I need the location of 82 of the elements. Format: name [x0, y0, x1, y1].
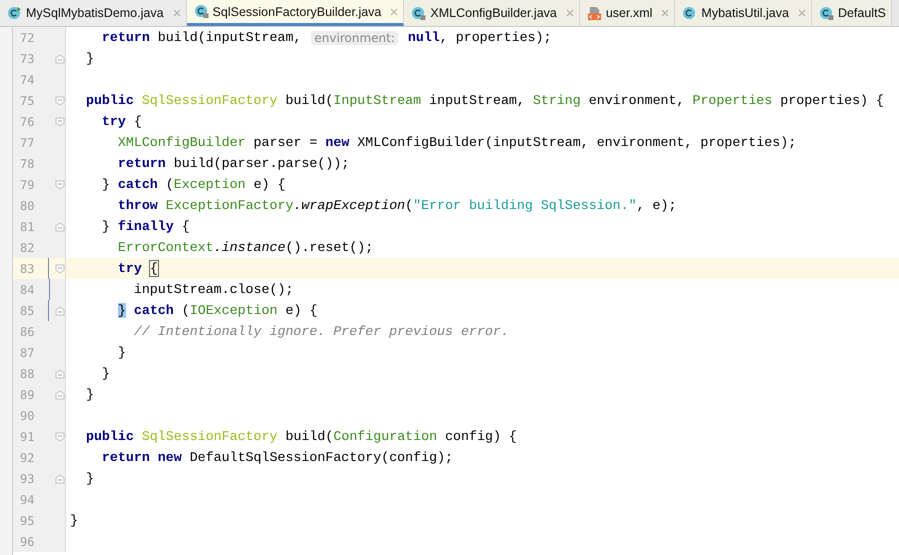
editor-tab[interactable]: MybatisUtil.java — [675, 0, 812, 26]
line-number: 82 — [20, 240, 36, 254]
line-number: 77 — [20, 136, 36, 150]
tab-label: SqlSessionFactoryBuilder.java — [212, 4, 382, 18]
line-number: 84 — [20, 282, 36, 296]
code-text: } finally { — [100, 219, 190, 234]
line-number: 75 — [20, 94, 36, 108]
locked-class-icon — [818, 6, 834, 20]
fold-icon[interactable] — [55, 180, 65, 190]
line-number: 78 — [20, 156, 36, 170]
tab-label: MySqlMybatisDemo.java — [26, 6, 164, 20]
code-text: // Intentionally ignore. Prefer previous error. — [132, 324, 509, 339]
line-number: 89 — [20, 388, 36, 402]
code-text: } — [84, 471, 94, 486]
class-icon — [682, 6, 698, 20]
locked-class-icon — [411, 6, 426, 20]
line-number: 91 — [20, 430, 36, 444]
editor-tab[interactable]: user.xml — [580, 0, 676, 26]
fold-icon[interactable] — [55, 474, 65, 484]
code-text: ErrorContext.instance().reset(); — [116, 240, 374, 255]
code-text: } catch (Exception e) { — [100, 177, 286, 192]
code-text: } — [70, 513, 78, 528]
code-text: try { — [116, 261, 158, 276]
line-number: 83 — [20, 262, 36, 276]
parameter-hint: environment: — [311, 30, 398, 44]
line-number: 85 — [20, 304, 36, 318]
code-text: null, properties); — [406, 30, 552, 45]
fold-icon[interactable] — [55, 96, 65, 106]
line-number: 88 — [20, 366, 36, 380]
fold-icon[interactable] — [55, 54, 65, 64]
code-text: public SqlSessionFactory build(Configuration config) { — [84, 429, 517, 444]
line-number: 76 — [20, 114, 36, 128]
code-text: XMLConfigBuilder parser = new XMLConfigBuilder(inputStream, environment, properties); — [116, 135, 796, 150]
code-text: try { — [100, 114, 142, 129]
fold-icon[interactable] — [55, 264, 65, 274]
code-text: return build(parser.parse()); — [116, 156, 350, 171]
tab-label: MybatisUtil.java — [701, 6, 789, 20]
line-number: 92 — [20, 450, 36, 464]
fold-icon[interactable] — [55, 116, 65, 126]
editor-tab[interactable]: SqlSessionFactoryBuilder.java — [186, 0, 404, 26]
line-number: 86 — [20, 324, 36, 338]
tab-label: DefaultS — [838, 6, 886, 20]
xml-file-icon — [586, 6, 602, 20]
close-icon[interactable] — [661, 9, 670, 17]
close-icon[interactable] — [172, 9, 181, 17]
line-number: 96 — [20, 534, 36, 548]
fold-icon[interactable] — [55, 306, 65, 316]
close-icon[interactable] — [390, 8, 398, 16]
line-number: 79 — [20, 178, 36, 192]
fold-icon[interactable] — [55, 368, 65, 378]
code-text: inputStream.close(); — [132, 282, 294, 297]
line-number: 74 — [20, 72, 36, 86]
line-number: 73 — [20, 52, 36, 66]
line-number: 80 — [20, 198, 36, 212]
line-number: 81 — [20, 220, 36, 234]
line-number: 93 — [20, 472, 36, 486]
line-number: 72 — [20, 30, 36, 44]
locked-class-icon — [194, 4, 209, 19]
line-number: 94 — [20, 492, 36, 506]
editor-tab[interactable]: MySqlMybatisDemo.java — [0, 0, 187, 26]
code-text: } catch (IOException e) { — [116, 303, 318, 318]
code-text: } — [100, 366, 110, 381]
editor-tab[interactable]: DefaultS — [812, 0, 892, 26]
line-number: 87 — [20, 346, 36, 360]
code-text: throw ExceptionFactory.wrapException("Error building SqlSession.", e); — [116, 198, 676, 213]
tab-label: XMLConfigBuilder.java — [430, 6, 557, 20]
runnable-class-icon — [7, 6, 22, 20]
close-icon[interactable] — [566, 9, 574, 17]
code-text: } — [84, 51, 94, 66]
line-number: 95 — [20, 514, 36, 528]
line-number: 90 — [20, 408, 36, 422]
code-text: public SqlSessionFactory build(InputStream inputStream, String environment, Properties properties) { — [84, 93, 884, 108]
code-text: return new DefaultSqlSessionFactory(config); — [100, 450, 454, 465]
fold-icon[interactable] — [55, 432, 65, 442]
close-icon[interactable] — [798, 9, 806, 17]
code-text: } — [84, 387, 94, 402]
editor-tab[interactable]: XMLConfigBuilder.java — [404, 0, 580, 26]
code-text: return build(inputStream, — [100, 30, 302, 45]
tab-label: user.xml — [606, 6, 652, 20]
fold-icon[interactable] — [55, 222, 65, 232]
fold-icon[interactable] — [55, 390, 65, 400]
code-text: } — [116, 345, 126, 360]
